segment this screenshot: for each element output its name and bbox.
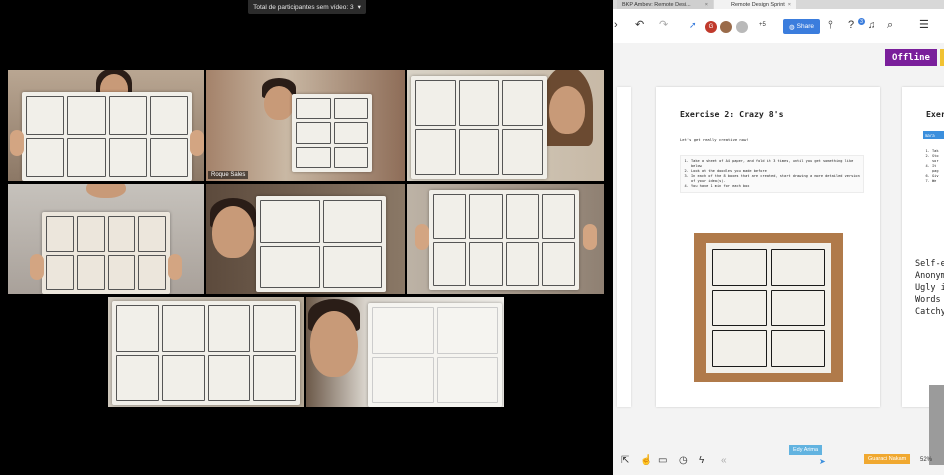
instructions-list: Tak Sto sor It pag Giv We bbox=[926, 149, 939, 184]
whiteboard-browser-window: BKP Ambev: Remote Desi... × Remote Desig… bbox=[613, 0, 944, 475]
criteria-line: Words bbox=[915, 295, 941, 305]
instruction-item: You have 1 min for each box bbox=[691, 184, 861, 189]
instruction-item: We bbox=[932, 179, 939, 184]
board-list-icon[interactable]: ☰ bbox=[919, 20, 929, 31]
tab-bkp-ambev[interactable]: BKP Ambev: Remote Desi... × bbox=[617, 0, 713, 9]
avatar[interactable] bbox=[736, 21, 748, 33]
frame-title: Exercise 2: Crazy 8's bbox=[680, 109, 784, 119]
instruction-item: In each of the 8 boxes that are created,… bbox=[691, 174, 861, 184]
sliders-icon[interactable]: ⫯ bbox=[828, 20, 833, 31]
hand-icon[interactable]: ☝ bbox=[640, 456, 652, 466]
share-label: Share bbox=[796, 23, 815, 30]
collapse-icon[interactable]: « bbox=[721, 456, 727, 466]
crazy-8s-example-photo[interactable] bbox=[694, 233, 843, 382]
instruction-item: Take a sheet of A4 paper, and fold it 3 … bbox=[691, 159, 861, 169]
instructions-list: Take a sheet of A4 paper, and fold it 3 … bbox=[680, 155, 864, 193]
frame-exercise-2[interactable]: Exercise 2: Crazy 8's Let's get really c… bbox=[656, 87, 880, 407]
criteria-line: Self-e bbox=[915, 259, 944, 269]
share-out-icon[interactable]: ⇱ bbox=[621, 456, 629, 466]
participant-video-tile[interactable] bbox=[407, 184, 604, 294]
cursor-icon: ➤ bbox=[819, 457, 826, 466]
participant-video-tile[interactable] bbox=[8, 184, 204, 294]
close-icon[interactable]: × bbox=[705, 2, 708, 8]
participant-video-tile[interactable] bbox=[8, 70, 204, 181]
notification-badge: 3 bbox=[858, 18, 865, 25]
undo-icon[interactable]: ↶ bbox=[635, 20, 644, 31]
participant-video-tile[interactable] bbox=[108, 297, 304, 407]
board-toolbar: › ↶ ↷ ➚ G +5 ◍ Share ⫯ ? 3 ♫ ⌕ ☰ bbox=[613, 9, 944, 44]
criteria-line: Catchy bbox=[915, 307, 944, 317]
participant-video-tile[interactable] bbox=[306, 297, 504, 407]
cursor-tracking-icon[interactable]: ➚ bbox=[689, 20, 697, 31]
avatar[interactable] bbox=[720, 21, 732, 33]
close-icon[interactable]: × bbox=[788, 2, 791, 8]
status-tag-edge bbox=[940, 49, 944, 66]
search-icon[interactable]: ⌕ bbox=[887, 20, 893, 31]
criteria-line: Ugly i bbox=[915, 283, 944, 293]
tab-label: Remote Design Sprint bbox=[731, 1, 785, 8]
tab-bar: BKP Ambev: Remote Desi... × Remote Desig… bbox=[613, 0, 944, 9]
sticky-label: mara bbox=[923, 131, 944, 139]
participant-name: Roque Sales bbox=[208, 171, 249, 179]
frame-intro: Let's get really creative now! bbox=[680, 137, 749, 142]
participants-without-video-banner[interactable]: Total de participantes sem vídeo: 3 ▾ bbox=[248, 0, 366, 14]
board-canvas[interactable]: Offline Exercise 2: Crazy 8's Let's get … bbox=[613, 43, 944, 475]
globe-icon: ◍ bbox=[788, 23, 795, 31]
avatar[interactable]: G bbox=[705, 21, 717, 33]
clock-icon[interactable]: ◷ bbox=[679, 456, 688, 466]
bell-icon[interactable]: ♫ bbox=[868, 20, 876, 31]
tab-label: BKP Ambev: Remote Desi... bbox=[622, 1, 691, 8]
criteria-line: Anonym bbox=[915, 271, 944, 281]
offline-indicator: Offline bbox=[885, 49, 937, 66]
banner-text: Total de participantes sem vídeo: 3 bbox=[253, 3, 354, 11]
video-call-gallery: Total de participantes sem vídeo: 3 ▾ Ro… bbox=[0, 0, 613, 475]
frame-next[interactable]: Exer mara Tak Sto sor It pag Giv We bbox=[902, 87, 944, 407]
zoom-level[interactable]: 52% bbox=[920, 457, 932, 463]
bottom-toolbar: ⇱ ☝ ▭ ◷ ϟ « Edy Arima ➤ Guaraci Nakam 52… bbox=[613, 445, 944, 475]
help-icon[interactable]: ? bbox=[848, 20, 854, 31]
collaborator-cursor-label: Edy Arima bbox=[789, 445, 823, 455]
share-button[interactable]: ◍ Share bbox=[783, 19, 820, 34]
collaborator-cursor-label: Guaraci Nakam bbox=[864, 454, 911, 464]
menu-icon[interactable]: › bbox=[614, 20, 618, 31]
participant-video-tile-active[interactable]: Roque Sales bbox=[206, 70, 405, 181]
video-icon[interactable]: ▭ bbox=[658, 456, 667, 466]
chevron-down-icon: ▾ bbox=[357, 4, 361, 11]
lightning-icon[interactable]: ϟ bbox=[699, 456, 704, 466]
frame-title: Exer bbox=[926, 109, 944, 119]
tab-remote-design-sprint[interactable]: Remote Design Sprint × bbox=[714, 0, 796, 9]
participant-video-tile[interactable] bbox=[206, 184, 405, 294]
frame-previous[interactable] bbox=[617, 87, 631, 407]
participant-video-tile[interactable] bbox=[407, 70, 604, 181]
redo-icon[interactable]: ↷ bbox=[659, 20, 668, 31]
more-collaborators-count[interactable]: +5 bbox=[759, 22, 766, 28]
criteria-text[interactable]: Self-e Anonym Ugly i Words Catchy bbox=[915, 258, 944, 318]
